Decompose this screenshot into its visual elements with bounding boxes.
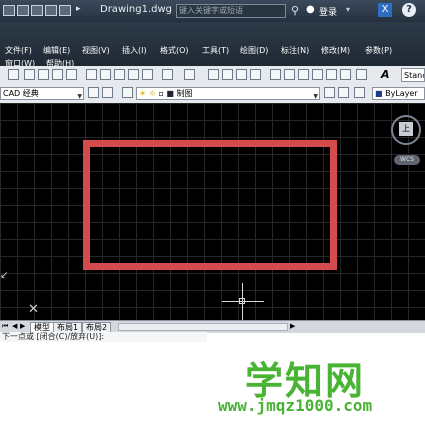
tab-layout1[interactable]: 布局1 (53, 322, 83, 332)
layers-toolbar: CAD 经典 ▼ ☀ ☼ ▫ ■ 制图 ▼ ■ ByLayer (0, 85, 425, 104)
sun-icon: ☼ (148, 89, 156, 98)
help-icon[interactable] (356, 69, 367, 80)
linetype-select[interactable]: ■ ByLayer (372, 87, 425, 100)
scroll-right-icon[interactable]: ▶ (290, 322, 295, 330)
login-button[interactable]: 登录 (319, 5, 337, 18)
zoom-realtime-icon[interactable] (222, 69, 233, 80)
calculator-icon[interactable] (340, 69, 351, 80)
layer-manager-icon[interactable] (122, 87, 133, 98)
menu-draw[interactable]: 绘图(D) (240, 45, 268, 56)
prev-tab-icon[interactable]: ◀ (12, 322, 17, 330)
search-input[interactable]: 键入关键字或短语 (176, 4, 286, 18)
brush-icon[interactable] (142, 69, 153, 80)
binoculars-icon[interactable]: ⚲ (291, 4, 299, 17)
save-icon[interactable] (8, 69, 19, 80)
lock-icon: ▫ (158, 89, 164, 98)
document-title: Drawing1.dwg (100, 4, 172, 15)
title-bar: ▸ Drawing1.dwg 键入关键字或短语 ⚲ ● 登录 ▾ X ? (0, 0, 425, 22)
tab-model[interactable]: 模型 (30, 322, 54, 332)
tab-layout2[interactable]: 布局2 (82, 322, 112, 332)
layer-state-icon[interactable] (354, 87, 365, 98)
wcs-menu[interactable]: WCS (394, 155, 420, 165)
match-properties-icon[interactable] (128, 69, 139, 80)
layer-label: 制图 (176, 89, 193, 98)
text-style-icon[interactable]: A (381, 68, 390, 81)
horizontal-scrollbar[interactable] (118, 323, 288, 331)
drawn-rectangle (83, 140, 337, 270)
color-swatch-icon: ■ (375, 89, 383, 98)
print-icon[interactable] (59, 5, 71, 16)
menu-view[interactable]: 视图(V) (82, 45, 110, 56)
menu-parametric[interactable]: 参数(P) (365, 45, 392, 56)
zoom-window-icon[interactable] (236, 69, 247, 80)
help-icon[interactable]: ? (402, 3, 416, 17)
lightbulb-icon: ☀ (139, 89, 147, 98)
menu-modify[interactable]: 修改(M) (321, 45, 350, 56)
linetype-label: ByLayer (385, 89, 418, 98)
save-icon[interactable] (31, 5, 43, 16)
properties-icon[interactable] (270, 69, 281, 80)
tool-palettes-icon[interactable] (298, 69, 309, 80)
design-center-icon[interactable] (284, 69, 295, 80)
ucs-axis-icon: ↙ (0, 270, 9, 281)
pan-icon[interactable] (208, 69, 219, 80)
workspace-label: CAD 经典 (3, 89, 39, 98)
redo-icon[interactable] (184, 69, 195, 80)
save-as-icon[interactable] (45, 5, 57, 16)
copy-icon[interactable] (100, 69, 111, 80)
cut-icon[interactable] (86, 69, 97, 80)
ucs-icon: ✕ (28, 302, 39, 317)
chevron-down-icon: ▼ (313, 93, 318, 100)
menu-file[interactable]: 文件(F) (5, 45, 32, 56)
menu-tools[interactable]: 工具(T) (202, 45, 229, 56)
menu-format[interactable]: 格式(O) (160, 45, 189, 56)
open-icon[interactable] (17, 5, 29, 16)
next-tab-icon[interactable]: ▶ (20, 322, 25, 330)
command-line[interactable]: 下一点或 [闭合(C)/放弃(U)]: (0, 332, 207, 342)
menu-bar: 文件(F) 编辑(E) 视图(V) 插入(I) 格式(O) 工具(T) 绘图(D… (0, 22, 425, 68)
workspace-settings-icon[interactable] (88, 87, 99, 98)
plot-preview-icon[interactable] (38, 69, 49, 80)
gear-icon[interactable] (102, 87, 113, 98)
chevron-down-icon: ▼ (77, 93, 82, 100)
color-swatch-icon: ■ (166, 89, 174, 98)
zoom-previous-icon[interactable] (250, 69, 261, 80)
workspace-select[interactable]: CAD 经典 ▼ (0, 87, 84, 100)
undo-icon[interactable] (162, 69, 173, 80)
publish-icon[interactable] (52, 69, 63, 80)
paste-icon[interactable] (114, 69, 125, 80)
viewcube-top-face[interactable]: 上 (399, 122, 413, 136)
markup-icon[interactable] (326, 69, 337, 80)
dropdown-icon[interactable]: ▾ (346, 5, 350, 14)
menu-dimension[interactable]: 标注(N) (281, 45, 309, 56)
make-current-layer-icon[interactable] (324, 87, 335, 98)
layer-select[interactable]: ☀ ☼ ▫ ■ 制图 ▼ (136, 87, 320, 100)
user-icon[interactable]: ● (306, 4, 315, 15)
text-style-select[interactable]: Stanc (401, 68, 425, 82)
new-icon[interactable] (3, 5, 15, 16)
standard-toolbar: A (0, 66, 425, 86)
sheet-set-icon[interactable] (312, 69, 323, 80)
exchange-icon[interactable]: X (378, 3, 392, 17)
3d-print-icon[interactable] (66, 69, 77, 80)
menu-insert[interactable]: 插入(I) (122, 45, 147, 56)
more-icon[interactable]: ▸ (76, 4, 81, 14)
first-tab-icon[interactable]: ⏮ (2, 322, 8, 331)
pickbox-icon (239, 298, 245, 304)
watermark-url: www.jmqz1000.com (218, 396, 373, 415)
layer-previous-icon[interactable] (338, 87, 349, 98)
print-icon[interactable] (24, 69, 35, 80)
menu-edit[interactable]: 编辑(E) (43, 45, 70, 56)
